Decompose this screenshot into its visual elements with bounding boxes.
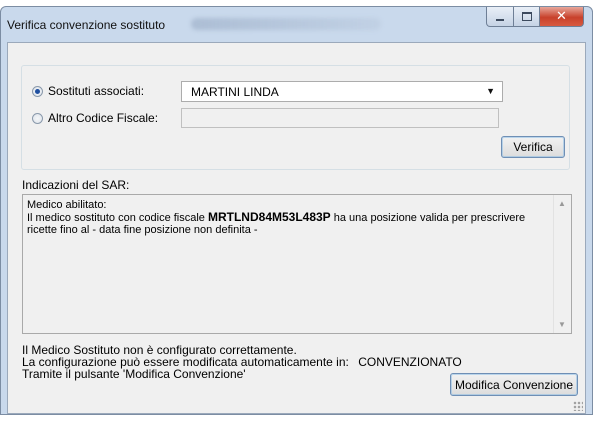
maximize-button[interactable]	[514, 7, 540, 27]
sar-line-2-suffix: ha una posizione valida per prescrivere	[333, 212, 526, 224]
window-title: Verifica convenzione sostituto	[7, 18, 166, 32]
blurred-background-title	[191, 18, 381, 30]
footer-line-3: Tramite il pulsante 'Modifica Convenzion…	[22, 367, 246, 381]
radio-altro-cf-label: Altro Codice Fiscale:	[48, 111, 159, 125]
close-icon: ✕	[556, 9, 567, 24]
dialog-window: Verifica convenzione sostituto ✕ Sostitu…	[0, 6, 593, 415]
sar-message-text: Medico abilitato: Il medico sostituto co…	[27, 199, 547, 236]
radio-altro-codice-fiscale[interactable]	[32, 112, 43, 124]
vertical-scrollbar[interactable]: ▲ ▼	[553, 195, 571, 333]
sar-line-2-prefix: Il medico sostituto con codice fiscale	[27, 212, 205, 224]
radio-sostituti-row[interactable]: Sostituti associati:	[32, 84, 144, 98]
scroll-down-icon[interactable]: ▼	[558, 320, 566, 329]
radio-sostituti-label: Sostituti associati:	[48, 84, 145, 98]
verifica-button[interactable]: Verifica	[501, 136, 565, 158]
radio-sostituti[interactable]	[32, 85, 43, 97]
sar-line-2: Il medico sostituto con codice fiscale M…	[27, 211, 547, 224]
minimize-button[interactable]	[486, 7, 514, 27]
chevron-down-icon: ▼	[486, 86, 495, 96]
title-bar[interactable]: Verifica convenzione sostituto ✕	[1, 7, 592, 42]
codice-fiscale-input[interactable]	[181, 108, 499, 128]
dialog-client-area: Sostituti associati: MARTINI LINDA ▼ Alt…	[7, 42, 586, 414]
sar-line-3: ricette fino al - data fine posizione no…	[27, 224, 258, 236]
sostituti-dropdown-value: MARTINI LINDA	[191, 85, 279, 99]
sostituti-dropdown[interactable]: MARTINI LINDA ▼	[181, 81, 503, 102]
close-button[interactable]: ✕	[540, 7, 584, 27]
minimize-icon	[496, 18, 504, 21]
radio-altro-cf-row[interactable]: Altro Codice Fiscale:	[32, 111, 158, 125]
convenzione-value: CONVENZIONATO	[358, 355, 462, 369]
selection-group: Sostituti associati: MARTINI LINDA ▼ Alt…	[21, 65, 570, 170]
resize-grip-icon[interactable]	[573, 401, 583, 411]
modifica-convenzione-button[interactable]: Modifica Convenzione	[450, 373, 578, 396]
sar-message-box[interactable]: Medico abilitato: Il medico sostituto co…	[22, 194, 572, 334]
sar-label: Indicazioni del SAR:	[22, 178, 130, 192]
maximize-icon	[521, 12, 532, 21]
scroll-up-icon[interactable]: ▲	[558, 199, 566, 208]
codice-fiscale-value: MRTLND84M53L483P	[207, 210, 331, 224]
window-controls: ✕	[486, 7, 584, 28]
